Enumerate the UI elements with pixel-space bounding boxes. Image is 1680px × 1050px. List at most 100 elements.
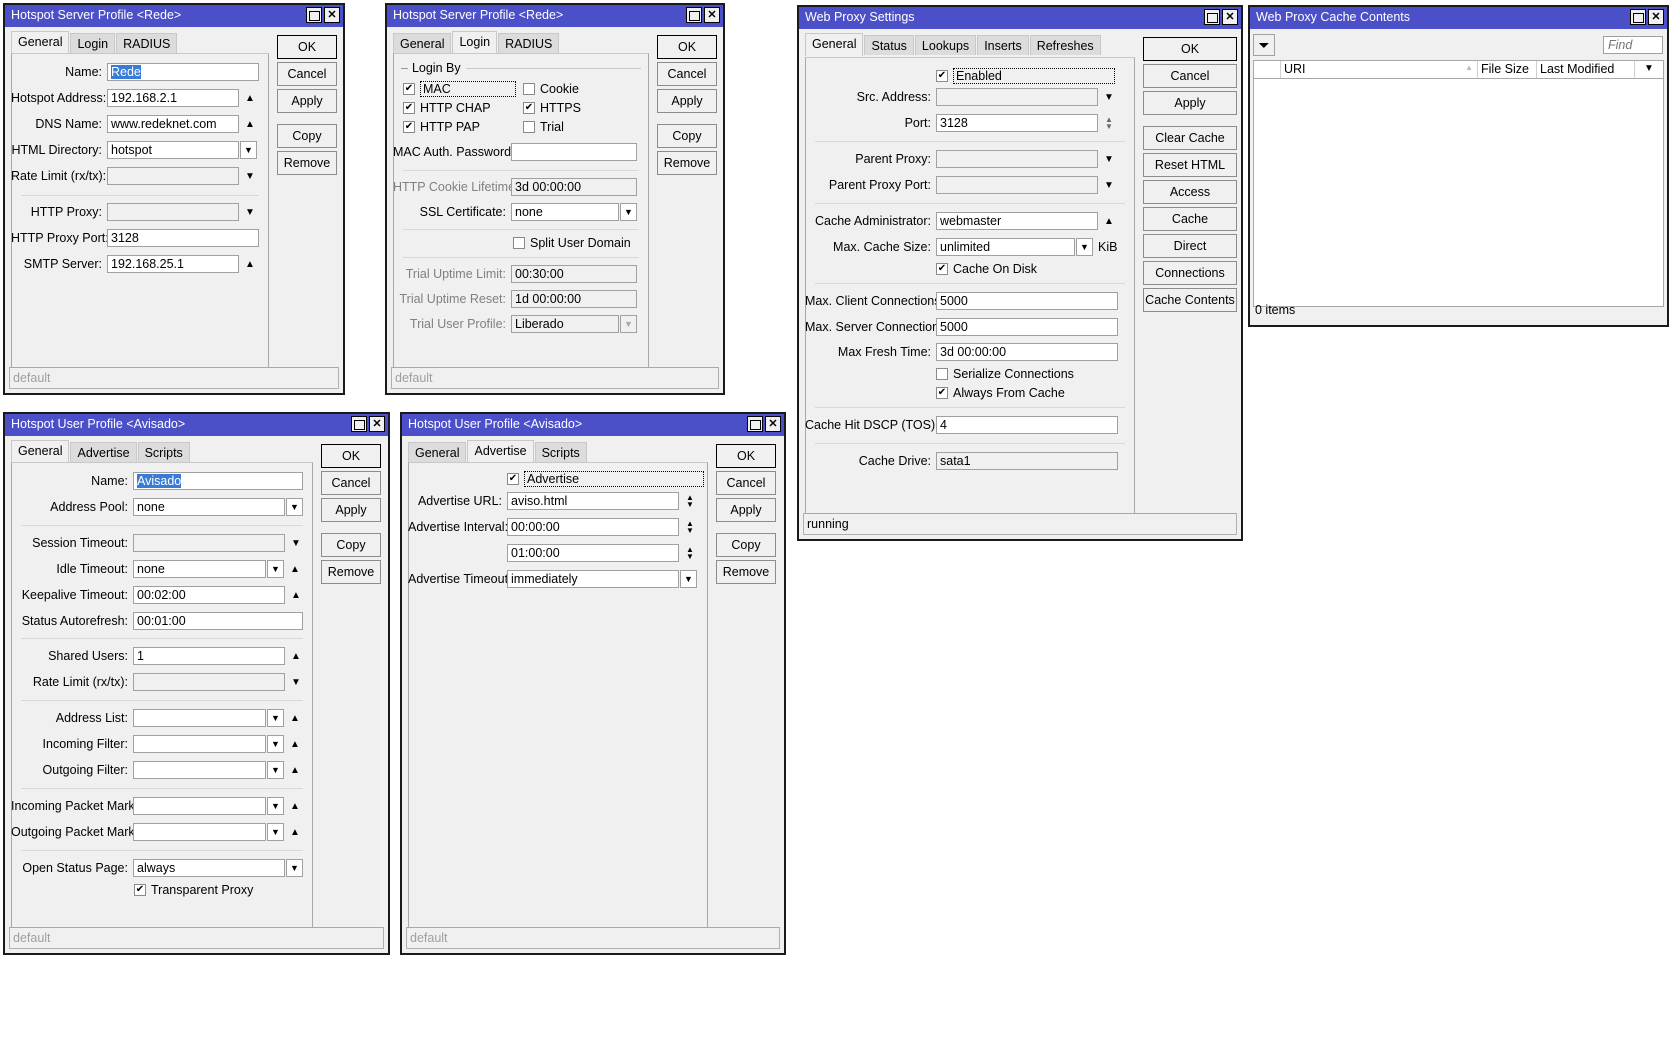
close-icon[interactable]: ✕	[324, 7, 340, 23]
spinner-icon[interactable]: ▲ ▼	[682, 520, 698, 535]
cancel-button[interactable]: Cancel	[716, 471, 776, 495]
tab-scripts[interactable]: Scripts	[137, 442, 190, 462]
advertise-timeout-input[interactable]: immediately	[507, 570, 679, 588]
tab-general[interactable]: General	[408, 442, 467, 462]
cache-button[interactable]: Cache	[1143, 207, 1237, 231]
title-bar[interactable]: Hotspot Server Profile <Rede> ✕	[5, 5, 343, 27]
copy-button[interactable]: Copy	[657, 124, 717, 148]
apply-button[interactable]: Apply	[716, 498, 776, 522]
tab-lookups[interactable]: Lookups	[914, 35, 977, 55]
cache-contents-button[interactable]: Cache Contents	[1143, 288, 1237, 312]
maximize-icon[interactable]	[1204, 9, 1220, 25]
close-icon[interactable]: ✕	[1222, 9, 1238, 25]
remove-button[interactable]: Remove	[277, 151, 337, 175]
html-directory-input[interactable]: hotspot	[107, 141, 239, 159]
collapse-up-icon[interactable]: ▲	[287, 765, 303, 776]
remove-button[interactable]: Remove	[657, 151, 717, 175]
expand-down-icon[interactable]: ▼	[1101, 180, 1117, 191]
mac-checkbox[interactable]: ✔ MAC	[403, 80, 516, 98]
ok-button[interactable]: OK	[716, 444, 776, 468]
collapse-up-icon[interactable]: ▲	[242, 93, 258, 104]
max-client-connections-input[interactable]: 5000	[936, 292, 1118, 310]
name-input[interactable]: Avisado	[133, 472, 303, 490]
collapse-up-icon[interactable]: ▲	[287, 801, 303, 812]
ok-button[interactable]: OK	[1143, 37, 1237, 61]
cache-hit-dscp-input[interactable]: 4	[936, 416, 1118, 434]
address-list-input[interactable]	[133, 709, 266, 727]
expand-down-icon[interactable]: ▼	[288, 538, 304, 549]
hotspot-address-input[interactable]: 192.168.2.1	[107, 89, 239, 107]
tab-login[interactable]: Login	[452, 31, 498, 54]
close-icon[interactable]: ✕	[704, 7, 720, 23]
copy-button[interactable]: Copy	[716, 533, 776, 557]
split-user-domain-checkbox[interactable]: Split User Domain	[513, 234, 631, 252]
remove-button[interactable]: Remove	[716, 560, 776, 584]
expand-down-icon[interactable]: ▼	[288, 677, 304, 688]
src-address-input[interactable]	[936, 88, 1098, 106]
collapse-up-icon[interactable]: ▲	[288, 590, 304, 601]
expand-down-icon[interactable]: ▼	[1101, 92, 1117, 103]
dropdown-icon[interactable]: ▼	[680, 570, 697, 588]
advertise-interval-2-input[interactable]: 01:00:00	[507, 544, 679, 562]
collapse-up-icon[interactable]: ▲	[287, 713, 303, 724]
spinner-icon[interactable]: ▲ ▼	[682, 546, 698, 561]
apply-button[interactable]: Apply	[1143, 91, 1237, 115]
cookie-checkbox[interactable]: Cookie	[523, 80, 579, 98]
tab-scripts[interactable]: Scripts	[534, 442, 587, 462]
collapse-up-icon[interactable]: ▲	[1101, 216, 1117, 227]
parent-proxy-input[interactable]	[936, 150, 1098, 168]
maximize-icon[interactable]	[747, 416, 763, 432]
direct-button[interactable]: Direct	[1143, 234, 1237, 258]
ssl-certificate-input[interactable]: none	[511, 203, 619, 221]
close-icon[interactable]: ✕	[765, 416, 781, 432]
maximize-icon[interactable]	[306, 7, 322, 23]
dropdown-icon[interactable]: ▼	[286, 859, 303, 877]
title-bar[interactable]: Web Proxy Settings ✕	[799, 7, 1241, 29]
copy-button[interactable]: Copy	[277, 124, 337, 148]
dropdown-icon[interactable]: ▼	[286, 498, 303, 516]
address-pool-input[interactable]: none	[133, 498, 285, 516]
cache-on-disk-checkbox[interactable]: ✔ Cache On Disk	[936, 260, 1037, 278]
column-header-uri[interactable]: URI ▲	[1281, 61, 1478, 78]
expand-down-icon[interactable]: ▼	[242, 171, 258, 182]
collapse-up-icon[interactable]: ▲	[242, 259, 258, 270]
apply-button[interactable]: Apply	[657, 89, 717, 113]
shared-users-input[interactable]: 1	[133, 647, 285, 665]
dropdown-icon[interactable]: ▼	[267, 797, 284, 815]
incoming-filter-input[interactable]	[133, 735, 266, 753]
cancel-button[interactable]: Cancel	[657, 62, 717, 86]
mac-auth-password-input[interactable]	[511, 143, 637, 161]
maximize-icon[interactable]	[1630, 9, 1646, 25]
advertise-checkbox[interactable]: ✔ Advertise	[507, 470, 704, 488]
dropdown-icon[interactable]: ▼	[267, 709, 284, 727]
idle-timeout-input[interactable]: none	[133, 560, 266, 578]
title-bar[interactable]: Hotspot User Profile <Avisado> ✕	[5, 414, 388, 436]
serialize-connections-checkbox[interactable]: Serialize Connections	[936, 365, 1074, 383]
access-button[interactable]: Access	[1143, 180, 1237, 204]
expand-down-icon[interactable]: ▼	[242, 207, 258, 218]
session-timeout-input[interactable]	[133, 534, 285, 552]
rate-limit-input[interactable]	[107, 167, 239, 185]
title-bar[interactable]: Hotspot Server Profile <Rede> ✕	[387, 5, 723, 27]
apply-button[interactable]: Apply	[277, 89, 337, 113]
title-bar[interactable]: Hotspot User Profile <Avisado> ✕	[402, 414, 784, 436]
apply-button[interactable]: Apply	[321, 498, 381, 522]
column-header-file-size[interactable]: File Size	[1478, 61, 1537, 78]
enabled-checkbox[interactable]: ✔ Enabled	[936, 67, 1115, 85]
connections-button[interactable]: Connections	[1143, 261, 1237, 285]
max-server-connections-input[interactable]: 5000	[936, 318, 1118, 336]
dropdown-icon[interactable]: ▼	[267, 735, 284, 753]
max-fresh-time-input[interactable]: 3d 00:00:00	[936, 343, 1118, 361]
tab-login[interactable]: Login	[70, 33, 116, 53]
http-proxy-input[interactable]	[107, 203, 239, 221]
http-proxy-port-input[interactable]: 3128	[107, 229, 259, 247]
tab-radius[interactable]: RADIUS	[116, 33, 178, 53]
maximize-icon[interactable]	[686, 7, 702, 23]
column-header-last-modified[interactable]: Last Modified	[1537, 61, 1635, 78]
column-menu-icon[interactable]: ▼	[1635, 61, 1663, 78]
tab-general[interactable]: General	[11, 31, 70, 54]
trial-uptime-limit-input[interactable]: 00:30:00	[511, 265, 637, 283]
cancel-button[interactable]: Cancel	[321, 471, 381, 495]
collapse-up-icon[interactable]: ▲	[288, 651, 304, 662]
name-input[interactable]: Rede	[107, 63, 259, 81]
